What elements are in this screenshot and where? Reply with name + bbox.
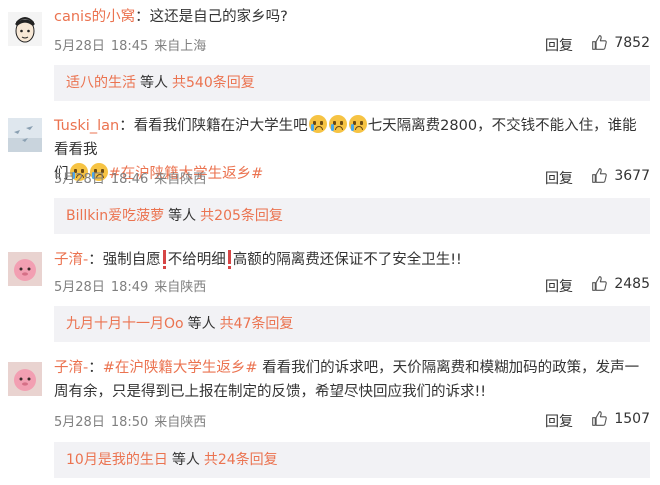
comment-text: 这还是自己的家乡吗? xyxy=(149,9,288,25)
like-count: 2485 xyxy=(614,275,650,292)
exclamation-icon xyxy=(227,250,231,266)
separator: ： xyxy=(135,9,150,25)
comment-meta: 5月28日 18:50 来自陕西 xyxy=(54,411,212,430)
username-link[interactable]: 子淯- xyxy=(54,360,88,376)
avatar-pink-character-icon xyxy=(8,252,42,286)
reply-user-link[interactable]: 10月是我的生日 xyxy=(66,452,168,468)
comment-text: 强制自愿 xyxy=(102,252,161,268)
avatar-pink-character-icon xyxy=(8,362,42,396)
comment-text: 不给明细 xyxy=(167,252,226,268)
reply-mid-text: 等人 xyxy=(187,316,216,332)
avatar-landscape-icon xyxy=(8,118,42,152)
replies-preview[interactable]: Billkin爱吃菠萝 等人 共205条回复 xyxy=(54,198,650,234)
reply-user-link[interactable]: 九月十月十一月Oo xyxy=(66,316,184,332)
reply-button[interactable]: 回复 xyxy=(545,35,573,55)
reply-user-link[interactable]: 适八的生活 xyxy=(66,75,136,91)
reply-button[interactable]: 回复 xyxy=(545,276,573,296)
separator: ： xyxy=(88,252,103,268)
comment-date: 5月28日 xyxy=(54,280,105,295)
comment-location: 来自陕西 xyxy=(154,172,207,187)
comment-body: canis的小窝：这还是自己的家乡吗? xyxy=(54,5,648,29)
replies-preview[interactable]: 九月十月十一月Oo 等人 共47条回复 xyxy=(54,306,650,342)
comment-time: 18:46 xyxy=(110,172,149,187)
reply-button[interactable]: 回复 xyxy=(545,168,573,188)
comment-text: 看看我们陕籍在沪大学生吧 xyxy=(133,118,308,134)
separator: ： xyxy=(119,118,134,134)
thumbs-up-icon xyxy=(592,276,608,291)
reply-count-link[interactable]: 共540条回复 xyxy=(172,75,255,91)
exclamation-icon xyxy=(162,250,166,266)
like-button[interactable]: 1507 xyxy=(591,410,650,427)
like-count: 3677 xyxy=(614,167,650,184)
comment-meta: 5月28日 18:46 来自陕西 xyxy=(54,168,212,187)
comment-date: 5月28日 xyxy=(54,39,105,54)
like-button[interactable]: 7852 xyxy=(591,34,650,51)
comment-location: 来自上海 xyxy=(154,39,207,54)
reply-count-link[interactable]: 共205条回复 xyxy=(200,208,283,224)
reply-mid-text: 等人 xyxy=(168,208,197,224)
username-link[interactable]: canis的小窝 xyxy=(54,9,135,25)
thumbs-up-icon xyxy=(592,35,608,50)
replies-preview[interactable]: 适八的生活 等人 共540条回复 xyxy=(54,65,650,101)
avatar[interactable] xyxy=(8,362,42,396)
comment-body: 子淯-：#在沪陕籍大学生返乡# 看看我们的诉求吧，天价隔离费和模糊加码的政策，发… xyxy=(54,356,648,404)
avatar[interactable] xyxy=(8,12,42,46)
thumbs-up-icon xyxy=(592,411,608,426)
comment-time: 18:45 xyxy=(110,39,149,54)
avatar[interactable] xyxy=(8,252,42,286)
reply-mid-text: 等人 xyxy=(140,75,168,91)
username-link[interactable]: Tuski_lan xyxy=(54,118,119,134)
avatar-face-icon xyxy=(8,12,42,46)
comment-time: 18:50 xyxy=(110,415,149,430)
comment-date: 5月28日 xyxy=(54,172,105,187)
reply-count-link[interactable]: 共24条回复 xyxy=(204,452,278,468)
comment-date: 5月28日 xyxy=(54,415,105,430)
reply-count-link[interactable]: 共47条回复 xyxy=(220,316,294,332)
like-count: 1507 xyxy=(614,410,650,427)
crying-emoji-icon xyxy=(348,115,367,133)
avatar[interactable] xyxy=(8,118,42,152)
comment-location: 来自陕西 xyxy=(154,415,207,430)
reply-mid-text: 等人 xyxy=(171,452,200,468)
comment-location: 来自陕西 xyxy=(154,280,207,295)
username-link[interactable]: 子淯- xyxy=(54,252,88,268)
crying-emoji-icon xyxy=(328,115,347,133)
like-count: 7852 xyxy=(614,34,650,51)
comment-meta: 5月28日 18:45 来自上海 xyxy=(54,35,212,54)
like-button[interactable]: 3677 xyxy=(591,167,650,184)
like-button[interactable]: 2485 xyxy=(591,275,650,292)
thumbs-up-icon xyxy=(592,168,608,183)
crying-emoji-icon xyxy=(308,115,327,133)
comment-text: 高额的隔离费还保证不了安全卫生!! xyxy=(232,252,462,268)
hashtag-link[interactable]: #在沪陕籍大学生返乡# xyxy=(103,360,258,376)
reply-button[interactable]: 回复 xyxy=(545,411,573,431)
comment-meta: 5月28日 18:49 来自陕西 xyxy=(54,276,212,295)
replies-preview[interactable]: 10月是我的生日 等人 共24条回复 xyxy=(54,442,650,478)
separator: ： xyxy=(88,360,103,376)
reply-user-link[interactable]: Billkin爱吃菠萝 xyxy=(66,208,164,224)
comment-body: 子淯-：强制自愿 不给明细 高额的隔离费还保证不了安全卫生!! xyxy=(54,248,648,272)
comment-time: 18:49 xyxy=(110,280,149,295)
